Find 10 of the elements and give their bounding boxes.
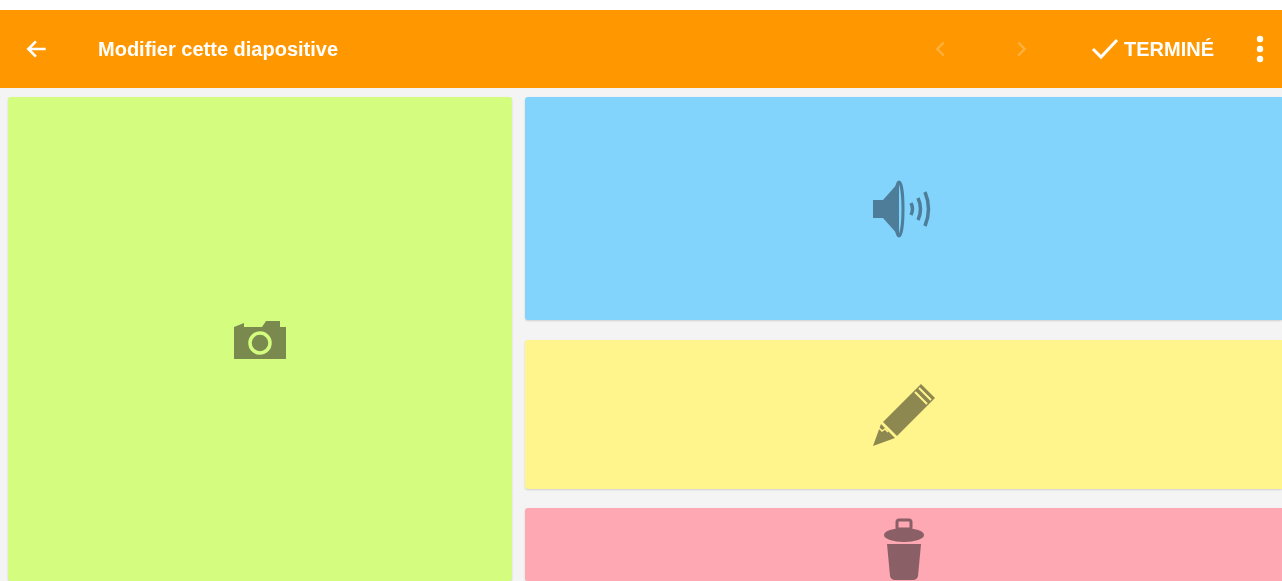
- photo-tile[interactable]: [8, 97, 512, 581]
- check-icon: [1090, 36, 1120, 62]
- screen-title: Modifier cette diapositive: [98, 37, 339, 62]
- more-menu-button[interactable]: [1256, 35, 1264, 63]
- trash-icon: [882, 518, 925, 580]
- audio-tile[interactable]: [525, 97, 1282, 320]
- edit-tile[interactable]: [525, 340, 1282, 489]
- done-button[interactable]: TERMINÉ: [1084, 30, 1220, 68]
- pencil-icon: [870, 381, 937, 448]
- delete-tile[interactable]: [525, 508, 1282, 581]
